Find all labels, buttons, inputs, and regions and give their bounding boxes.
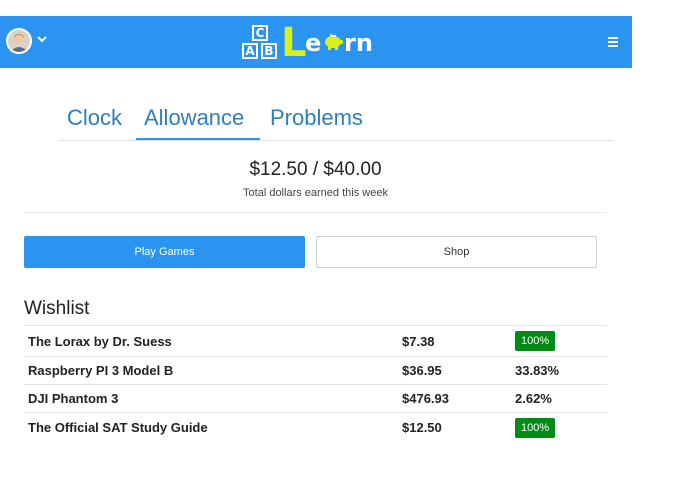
logo-block-a: A [242,43,258,59]
item-price: $12.50 [398,412,511,442]
logo-letter-l: L [281,20,307,66]
section-divider [24,212,607,213]
complete-badge: 100% [515,417,556,438]
hamburger-menu-icon[interactable] [607,35,619,49]
item-name: DJI Phantom 3 [24,384,398,413]
tab-problems[interactable]: Problems [270,103,363,139]
item-progress: 2.62% [511,384,607,413]
active-tab-indicator [136,138,260,140]
play-games-button[interactable]: Play Games [24,236,305,268]
abc-blocks-icon: C A B [241,22,285,62]
top-nav-bar: C A B L e rn [0,16,632,68]
learn-logo[interactable]: C A B L e rn [241,20,381,66]
user-avatar[interactable] [6,28,32,54]
table-row[interactable]: DJI Phantom 3 $476.93 2.62% [24,384,607,413]
piggy-bank-icon [325,33,343,50]
section-tabs: Clock Allowance Problems [59,96,614,141]
wishlist-table: The Lorax by Dr. Suess $7.38 100% Raspbe… [24,325,607,442]
item-price: $36.95 [398,356,511,385]
item-price: $476.93 [398,384,511,413]
logo-block-b: B [261,43,277,59]
wishlist-title: Wishlist [24,298,90,319]
item-progress: 100% [511,325,607,357]
allowance-subtitle: Total dollars earned this week [243,187,388,199]
item-name: The Official SAT Study Guide [24,412,398,442]
tab-allowance[interactable]: Allowance [144,103,244,139]
table-row[interactable]: The Lorax by Dr. Suess $7.38 100% [24,325,607,357]
tab-clock[interactable]: Clock [67,103,122,139]
table-row[interactable]: The Official SAT Study Guide $12.50 100% [24,412,607,442]
item-name: Raspberry PI 3 Model B [24,356,398,385]
logo-letter-e: e [305,29,322,57]
logo-letters-rn: rn [344,29,373,57]
logo-block-c: C [252,25,268,41]
shop-button[interactable]: Shop [316,236,597,268]
complete-badge: 100% [515,331,556,351]
chevron-down-icon[interactable] [36,33,48,45]
item-price: $7.38 [398,325,511,357]
item-name: The Lorax by Dr. Suess [24,325,398,357]
allowance-amount: $12.50 / $40.00 [249,159,382,180]
item-progress: 100% [511,412,607,442]
item-progress: 33.83% [511,356,607,385]
table-row[interactable]: Raspberry PI 3 Model B $36.95 33.83% [24,356,607,385]
